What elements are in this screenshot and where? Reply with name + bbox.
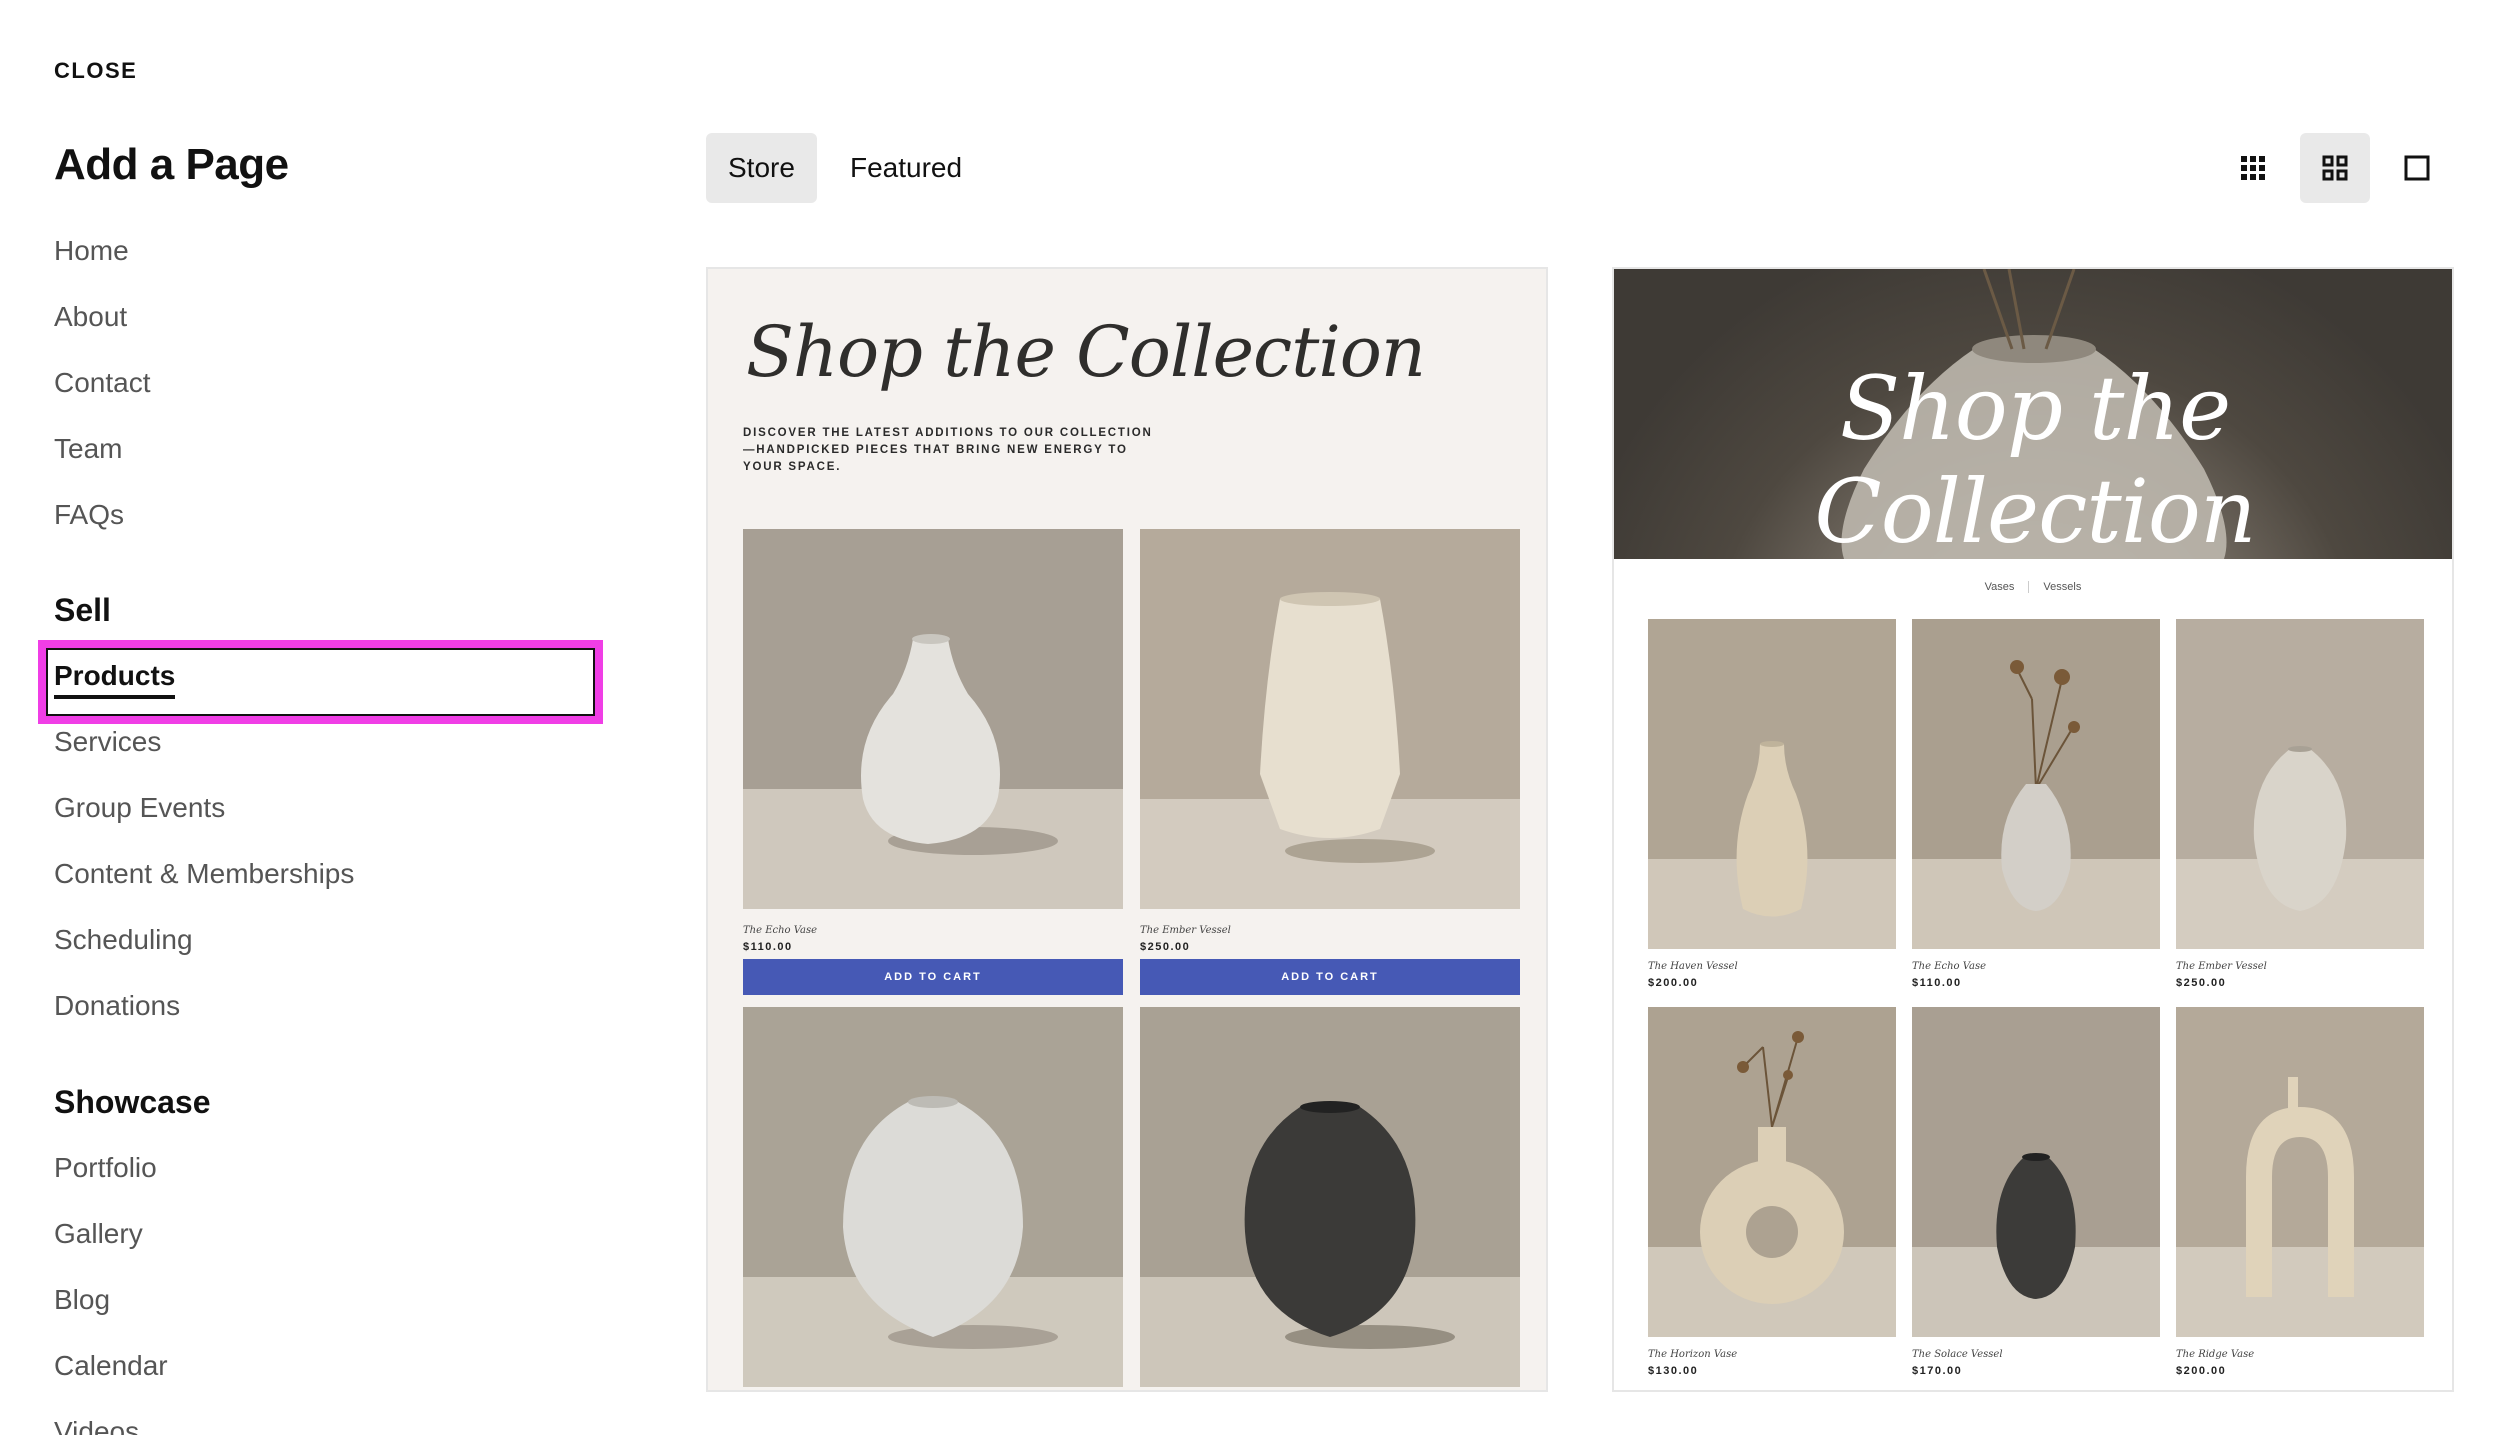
product-price: $200.00 <box>2176 1365 2227 1377</box>
nav-item-home[interactable]: Home <box>54 235 129 267</box>
tab-store[interactable]: Store <box>706 133 817 203</box>
filter-link[interactable]: Vases <box>1985 581 2015 593</box>
nav-item-blog[interactable]: Blog <box>54 1284 110 1316</box>
section-heading-sell: Sell <box>54 592 111 628</box>
category-filters: Vases Vessels <box>1614 581 2452 594</box>
nav-item-scheduling[interactable]: Scheduling <box>54 924 193 956</box>
product-image <box>1140 529 1520 909</box>
grid-large-icon <box>2322 155 2348 181</box>
single-square-icon <box>2404 155 2430 181</box>
nav-item-videos[interactable]: Videos <box>54 1416 139 1435</box>
close-button[interactable]: CLOSE <box>54 58 137 84</box>
grid-large-view-button[interactable] <box>2300 133 2370 203</box>
section-heading-showcase: Showcase <box>54 1084 211 1120</box>
tab-featured[interactable]: Featured <box>828 133 984 203</box>
product-image <box>2176 619 2424 949</box>
product-name: The Ember Vessel <box>1140 925 1231 936</box>
product-price: $170.00 <box>1912 1365 1963 1377</box>
grid-small-view-button[interactable] <box>2218 133 2288 203</box>
nav-item-calendar[interactable]: Calendar <box>54 1350 168 1382</box>
product-name: The Horizon Vase <box>1648 1349 1738 1360</box>
nav-item-gallery[interactable]: Gallery <box>54 1218 143 1250</box>
nav-item-group-events[interactable]: Group Events <box>54 792 225 824</box>
layout-preview-store-1[interactable]: Shop the Collection DISCOVER THE LATEST … <box>706 267 1548 1392</box>
nav-item-content-memberships[interactable]: Content & Memberships <box>54 858 354 890</box>
preview-title: Shop the Collection <box>1814 357 2256 559</box>
nav-item-donations[interactable]: Donations <box>54 990 180 1022</box>
selection-highlight <box>38 640 603 724</box>
product-name: The Haven Vessel <box>1648 961 1738 972</box>
grid-small-icon <box>2241 156 2265 180</box>
product-image <box>2176 1007 2424 1337</box>
add-to-cart-button[interactable]: ADD TO CART <box>743 959 1123 995</box>
product-image <box>743 1007 1123 1387</box>
product-image <box>1140 1007 1520 1387</box>
page-title: Add a Page <box>54 140 289 189</box>
add-to-cart-button[interactable]: ADD TO CART <box>1140 959 1520 995</box>
product-price: $110.00 <box>743 941 793 953</box>
product-image <box>1648 619 1896 949</box>
product-name: The Solace Vessel <box>1912 1349 2003 1360</box>
nav-item-portfolio[interactable]: Portfolio <box>54 1152 157 1184</box>
layout-preview-store-2[interactable]: Shop the Collection Vases Vessels The Hav… <box>1612 267 2454 1392</box>
product-price: $200.00 <box>1648 977 1699 989</box>
nav-item-contact[interactable]: Contact <box>54 367 151 399</box>
product-name: The Echo Vase <box>1912 961 1987 972</box>
product-image <box>743 529 1123 909</box>
preview-title: Shop the Collection <box>746 311 1426 393</box>
nav-item-about[interactable]: About <box>54 301 127 333</box>
hero-banner: Shop the Collection <box>1614 269 2452 559</box>
product-name: The Ridge Vase <box>2176 1349 2255 1360</box>
product-name: The Ember Vessel <box>2176 961 2267 972</box>
product-image <box>1648 1007 1896 1337</box>
filter-link[interactable]: Vessels <box>2043 581 2081 593</box>
product-price: $250.00 <box>2176 977 2227 989</box>
nav-item-faqs[interactable]: FAQs <box>54 499 124 531</box>
product-name: The Echo Vase <box>743 925 818 936</box>
divider <box>2028 581 2030 594</box>
product-price: $130.00 <box>1648 1365 1699 1377</box>
product-price: $250.00 <box>1140 941 1191 953</box>
product-price: $110.00 <box>1912 977 1962 989</box>
nav-item-team[interactable]: Team <box>54 433 122 465</box>
product-image <box>1912 1007 2160 1337</box>
single-view-button[interactable] <box>2382 133 2452 203</box>
product-image <box>1912 619 2160 949</box>
preview-description: DISCOVER THE LATEST ADDITIONS TO OUR COL… <box>743 427 1153 473</box>
nav-item-services[interactable]: Services <box>54 726 161 758</box>
